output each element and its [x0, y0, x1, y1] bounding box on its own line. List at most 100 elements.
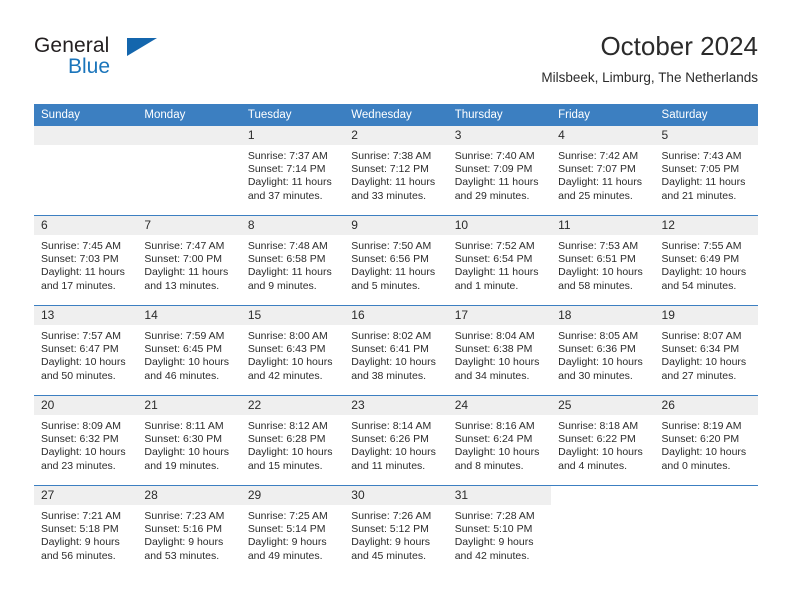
calendar-day-cell[interactable]: 23 Sunrise: 8:14 AM Sunset: 6:26 PM Dayligh…	[344, 395, 448, 486]
general-blue-logo[interactable]: General Blue	[34, 34, 224, 90]
day-sun-info: Sunrise: 7:26 AM Sunset: 5:12 PM Daylight:…	[344, 505, 447, 563]
calendar-day-cell[interactable]: 10 Sunrise: 7:52 AM Sunset: 6:54 PM Dayligh…	[447, 215, 552, 306]
sunrise-text: Sunrise: 7:42 AM	[558, 150, 639, 162]
day-cell-inner: 25 Sunrise: 8:18 AM Sunset: 6:22 PM Dayligh…	[551, 396, 655, 485]
calendar-day-cell[interactable]: 3 Sunrise: 7:40 AM Sunset: 7:09 PM Daylight…	[447, 126, 552, 216]
calendar-day-cell[interactable]: 11 Sunrise: 7:53 AM Sunset: 6:51 PM Dayligh…	[551, 215, 655, 306]
calendar-page: General Blue October 2024 Milsbeek, Limb…	[0, 0, 792, 612]
calendar-day-cell[interactable]: 12 Sunrise: 7:55 AM Sunset: 6:49 PM Dayligh…	[654, 215, 758, 306]
calendar-day-cell[interactable]: 14 Sunrise: 7:59 AM Sunset: 6:45 PM Dayligh…	[137, 305, 241, 396]
calendar-day-cell[interactable]: 28 Sunrise: 7:23 AM Sunset: 5:16 PM Dayligh…	[137, 485, 241, 575]
day-number: 4	[551, 126, 655, 145]
calendar-day-cell[interactable]: 7 Sunrise: 7:47 AM Sunset: 7:00 PM Daylight…	[137, 215, 241, 306]
calendar-day-cell[interactable]	[34, 126, 138, 216]
day-cell-inner	[655, 486, 758, 575]
day-cell-inner: 1 Sunrise: 7:37 AM Sunset: 7:14 PM Daylight…	[240, 126, 345, 215]
day-number: 25	[551, 396, 655, 415]
sunrise-text: Sunrise: 7:40 AM	[454, 150, 535, 162]
calendar-day-cell[interactable]: 8 Sunrise: 7:48 AM Sunset: 6:58 PM Daylight…	[240, 215, 345, 306]
calendar-day-cell[interactable]: 17 Sunrise: 8:04 AM Sunset: 6:38 PM Dayligh…	[447, 305, 552, 396]
sunset-text: Sunset: 5:10 PM	[454, 523, 533, 536]
day-number: 17	[447, 306, 552, 325]
day-number: 2	[344, 126, 448, 145]
day-sun-info: Sunrise: 7:21 AM Sunset: 5:18 PM Daylight:…	[34, 505, 137, 563]
calendar-day-cell[interactable]: 9 Sunrise: 7:50 AM Sunset: 6:56 PM Daylight…	[344, 215, 448, 306]
sunset-text: Sunset: 5:12 PM	[351, 523, 429, 536]
sunset-text: Sunset: 7:05 PM	[661, 163, 740, 176]
day-cell-inner: 30 Sunrise: 7:26 AM Sunset: 5:12 PM Dayligh…	[344, 486, 448, 575]
sunrise-text: Sunrise: 7:53 AM	[558, 240, 639, 252]
daylight-text: Daylight: 10 hours and 50 minutes.	[41, 356, 126, 382]
calendar-day-cell[interactable]: 1 Sunrise: 7:37 AM Sunset: 7:14 PM Daylight…	[240, 126, 345, 216]
calendar-day-cell[interactable]: 5 Sunrise: 7:43 AM Sunset: 7:05 PM Daylight…	[654, 126, 758, 216]
daylight-text: Daylight: 11 hours and 5 minutes.	[351, 266, 436, 292]
daylight-text: Daylight: 10 hours and 34 minutes.	[454, 356, 540, 382]
sunrise-text: Sunrise: 7:47 AM	[144, 240, 225, 252]
day-number: 11	[551, 216, 655, 235]
calendar-day-cell[interactable]: 16 Sunrise: 8:02 AM Sunset: 6:41 PM Dayligh…	[344, 305, 448, 396]
calendar-day-cell[interactable]: 31 Sunrise: 7:28 AM Sunset: 5:10 PM Dayligh…	[447, 485, 552, 575]
weekday-header-monday: Monday	[137, 104, 241, 126]
day-cell-inner: 26 Sunrise: 8:19 AM Sunset: 6:20 PM Dayligh…	[654, 396, 758, 485]
daylight-text: Daylight: 9 hours and 49 minutes.	[247, 536, 327, 562]
calendar-day-cell[interactable]: 13 Sunrise: 7:57 AM Sunset: 6:47 PM Dayligh…	[34, 305, 138, 396]
day-number: 12	[654, 216, 758, 235]
sunrise-text: Sunrise: 8:02 AM	[351, 330, 432, 342]
day-number: 22	[240, 396, 345, 415]
sunset-text: Sunset: 5:18 PM	[41, 523, 119, 536]
sunset-text: Sunset: 6:58 PM	[247, 253, 326, 266]
day-cell-inner: 16 Sunrise: 8:02 AM Sunset: 6:41 PM Dayligh…	[344, 306, 448, 395]
day-cell-inner: 28 Sunrise: 7:23 AM Sunset: 5:16 PM Dayligh…	[137, 486, 241, 575]
calendar-day-cell[interactable]: 24 Sunrise: 8:16 AM Sunset: 6:24 PM Dayligh…	[447, 395, 552, 486]
calendar-day-cell[interactable]: 27 Sunrise: 7:21 AM Sunset: 5:18 PM Dayligh…	[34, 485, 138, 575]
day-number: 27	[34, 486, 138, 505]
sunset-text: Sunset: 7:12 PM	[351, 163, 429, 176]
day-number: 31	[447, 486, 552, 505]
sunset-text: Sunset: 6:51 PM	[558, 253, 636, 266]
day-cell-inner: 21 Sunrise: 8:11 AM Sunset: 6:30 PM Dayligh…	[137, 396, 241, 485]
daylight-text: Daylight: 9 hours and 56 minutes.	[41, 536, 120, 562]
sunrise-text: Sunrise: 8:19 AM	[661, 420, 742, 432]
calendar-day-cell[interactable]: 6 Sunrise: 7:45 AM Sunset: 7:03 PM Daylight…	[34, 215, 138, 306]
calendar-day-cell[interactable]	[137, 126, 241, 216]
day-number: 1	[240, 126, 345, 145]
calendar-day-cell[interactable]: 21 Sunrise: 8:11 AM Sunset: 6:30 PM Dayligh…	[137, 395, 241, 486]
calendar-day-cell[interactable]: 4 Sunrise: 7:42 AM Sunset: 7:07 PM Daylight…	[551, 126, 655, 216]
calendar-day-cell[interactable]: 2 Sunrise: 7:38 AM Sunset: 7:12 PM Daylight…	[344, 126, 448, 216]
calendar-day-cell[interactable]: 29 Sunrise: 7:25 AM Sunset: 5:14 PM Dayligh…	[240, 485, 345, 575]
day-sun-info: Sunrise: 7:43 AM Sunset: 7:05 PM Daylight:…	[655, 145, 758, 203]
calendar-day-cell[interactable]	[551, 485, 655, 575]
sunrise-text: Sunrise: 8:14 AM	[351, 420, 432, 432]
sunset-text: Sunset: 6:30 PM	[144, 433, 223, 446]
calendar-day-cell[interactable]: 22 Sunrise: 8:12 AM Sunset: 6:28 PM Dayligh…	[240, 395, 345, 486]
sunset-text: Sunset: 6:32 PM	[41, 433, 119, 446]
weekday-header-friday: Friday	[551, 104, 655, 126]
calendar-day-cell[interactable]: 30 Sunrise: 7:26 AM Sunset: 5:12 PM Dayligh…	[344, 485, 448, 575]
calendar-day-cell[interactable]: 19 Sunrise: 8:07 AM Sunset: 6:34 PM Dayligh…	[654, 305, 758, 396]
day-number	[137, 126, 241, 145]
daylight-text: Daylight: 11 hours and 13 minutes.	[144, 266, 229, 292]
calendar-day-cell[interactable]	[654, 485, 758, 575]
calendar-week-row: 13 Sunrise: 7:57 AM Sunset: 6:47 PM Dayligh…	[34, 305, 758, 396]
day-cell-inner: 2 Sunrise: 7:38 AM Sunset: 7:12 PM Daylight…	[344, 126, 448, 215]
calendar-day-cell[interactable]: 26 Sunrise: 8:19 AM Sunset: 6:20 PM Dayligh…	[654, 395, 758, 486]
calendar-day-cell[interactable]: 20 Sunrise: 8:09 AM Sunset: 6:32 PM Dayligh…	[34, 395, 138, 486]
day-cell-inner: 27 Sunrise: 7:21 AM Sunset: 5:18 PM Dayligh…	[34, 486, 138, 575]
day-cell-inner: 14 Sunrise: 7:59 AM Sunset: 6:45 PM Dayligh…	[137, 306, 241, 395]
daylight-text: Daylight: 10 hours and 30 minutes.	[558, 356, 643, 382]
calendar-day-cell[interactable]: 25 Sunrise: 8:18 AM Sunset: 6:22 PM Dayligh…	[551, 395, 655, 486]
daylight-text: Daylight: 10 hours and 23 minutes.	[41, 446, 126, 472]
day-sun-info: Sunrise: 7:45 AM Sunset: 7:03 PM Daylight:…	[34, 235, 137, 293]
day-number: 19	[654, 306, 758, 325]
sunset-text: Sunset: 6:54 PM	[454, 253, 533, 266]
day-sun-info: Sunrise: 8:14 AM Sunset: 6:26 PM Daylight:…	[344, 415, 447, 473]
calendar-day-cell[interactable]: 15 Sunrise: 8:00 AM Sunset: 6:43 PM Dayligh…	[240, 305, 345, 396]
day-cell-inner: 24 Sunrise: 8:16 AM Sunset: 6:24 PM Dayligh…	[447, 396, 552, 485]
weekday-header-sunday: Sunday	[34, 104, 138, 126]
day-sun-info: Sunrise: 7:25 AM Sunset: 5:14 PM Daylight:…	[241, 505, 344, 563]
sunrise-text: Sunrise: 7:21 AM	[41, 510, 121, 522]
day-number: 5	[654, 126, 758, 145]
sunset-text: Sunset: 7:14 PM	[247, 163, 326, 176]
calendar-day-cell[interactable]: 18 Sunrise: 8:05 AM Sunset: 6:36 PM Dayligh…	[551, 305, 655, 396]
sunrise-text: Sunrise: 7:43 AM	[661, 150, 742, 162]
